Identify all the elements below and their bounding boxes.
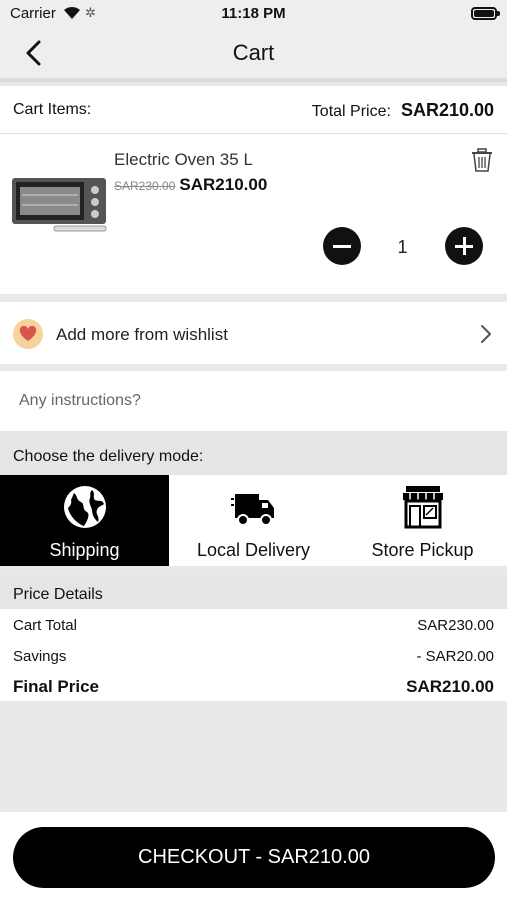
increase-quantity-button[interactable] (445, 227, 483, 265)
new-price: SAR210.00 (179, 175, 268, 194)
product-image[interactable] (10, 170, 110, 240)
cart-header: Cart Items: Total Price: SAR210.00 (0, 86, 507, 134)
price-row-label: Savings (13, 648, 67, 665)
cart-total-row: Cart Total SAR230.00 (0, 617, 507, 647)
status-bar: Carrier ✲ 11:18 PM (0, 0, 507, 28)
battery-icon (471, 7, 497, 20)
price-details-header: Price Details (0, 575, 507, 609)
cart-items-label: Cart Items: (13, 101, 92, 118)
total-price-label: Total Price: (311, 103, 391, 120)
total-price-value: SAR210.00 (400, 100, 494, 120)
price-details: Cart Total SAR230.00 Savings - SAR20.00 … (0, 609, 507, 701)
store-icon (400, 484, 446, 530)
delivery-mode-selector: Shipping Local Delivery Store Pickup (0, 475, 507, 566)
chevron-right-icon (479, 323, 493, 345)
add-from-wishlist-row[interactable]: Add more from wishlist (0, 302, 507, 364)
page-title: Cart (232, 40, 275, 65)
globe-icon (62, 484, 108, 530)
price-row-value: SAR210.00 (406, 677, 494, 696)
savings-row: Savings - SAR20.00 (0, 648, 507, 678)
cart-item: Electric Oven 35 L SAR230.00 SAR210.00 1 (0, 134, 507, 294)
delivery-mode-label: Store Pickup (371, 540, 474, 560)
nav-bar: Cart (0, 28, 507, 82)
heart-icon (13, 319, 43, 349)
delivery-mode-local-delivery[interactable]: Local Delivery (169, 475, 338, 566)
trash-icon[interactable] (471, 148, 493, 172)
total-price: Total Price: SAR210.00 (312, 100, 494, 121)
final-price-row: Final Price SAR210.00 (0, 677, 507, 707)
product-prices: SAR230.00 SAR210.00 (114, 175, 267, 195)
instructions-input[interactable] (0, 371, 507, 431)
price-row-value: SAR230.00 (417, 617, 494, 634)
instructions-container (0, 371, 507, 431)
delivery-mode-shipping[interactable]: Shipping (0, 475, 169, 566)
decrease-quantity-button[interactable] (323, 227, 361, 265)
wishlist-label: Add more from wishlist (56, 325, 228, 344)
price-row-value: - SAR20.00 (416, 648, 494, 665)
price-row-label: Cart Total (13, 617, 77, 634)
price-row-label: Final Price (13, 677, 99, 696)
product-name[interactable]: Electric Oven 35 L (114, 150, 253, 170)
delivery-mode-label: Local Delivery (196, 540, 311, 560)
status-time: 11:18 PM (221, 5, 286, 22)
checkout-button[interactable]: CHECKOUT - SAR210.00 (13, 827, 495, 888)
delivery-mode-header: Choose the delivery mode: (0, 431, 507, 475)
price-details-title: Price Details (13, 586, 103, 603)
delivery-mode-label: Choose the delivery mode: (13, 448, 204, 465)
old-price: SAR230.00 (114, 179, 176, 193)
delivery-mode-store-pickup[interactable]: Store Pickup (338, 475, 507, 566)
battery-tip (497, 11, 500, 16)
truck-icon (231, 484, 277, 530)
delivery-mode-label: Shipping (49, 540, 120, 560)
quantity-value: 1 (397, 237, 408, 257)
